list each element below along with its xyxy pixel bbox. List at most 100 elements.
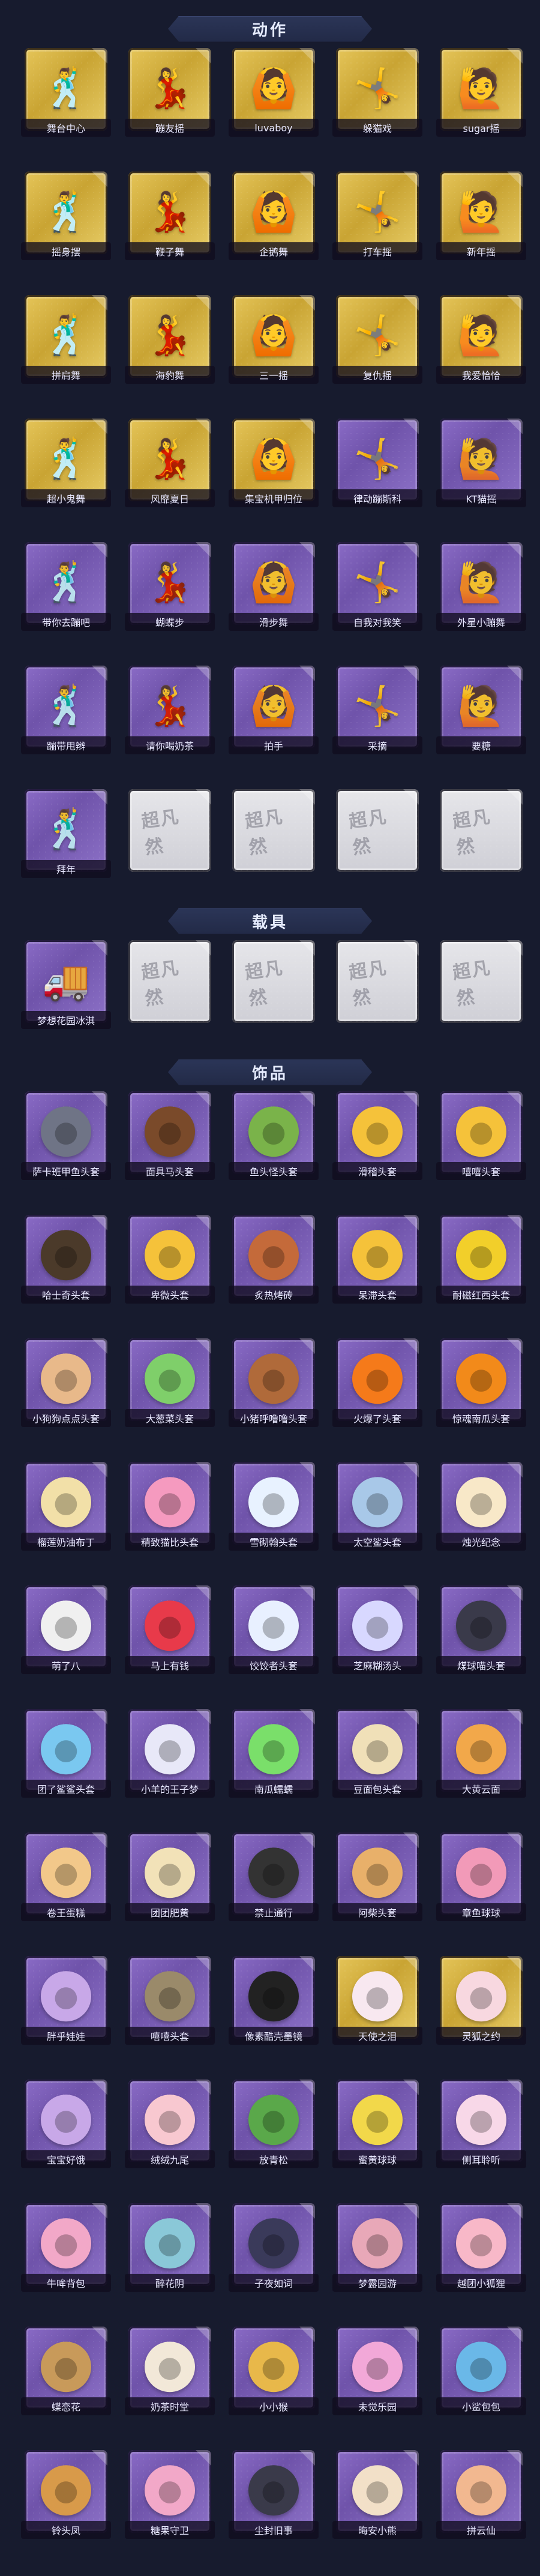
collection-item[interactable]: ● 萨卡班甲鱼头套 <box>21 1091 111 1180</box>
collection-item[interactable]: 💃 鞭子舞 <box>125 171 215 260</box>
collection-item[interactable]: 🤸 自我对我笑 <box>332 542 422 631</box>
collection-item[interactable]: ● 宝宝好饿 <box>21 2080 111 2168</box>
collection-item[interactable]: 🙆 企鹅舞 <box>229 171 319 260</box>
collection-item[interactable]: ● 糖果守卫 <box>125 2450 215 2539</box>
collection-item[interactable]: ● 饺饺者头套 <box>229 1585 319 1674</box>
collection-item[interactable]: ● 小小猴 <box>229 2327 319 2415</box>
collection-item[interactable]: ● 呆滞头套 <box>332 1215 422 1304</box>
collection-item[interactable]: 💃 蝴蝶步 <box>125 542 215 631</box>
collection-item[interactable]: ● 萌了八 <box>21 1585 111 1674</box>
collection-item[interactable]: 🚚 梦想花园冰淇 <box>21 940 111 1029</box>
collection-item[interactable]: 🙆 三一摇 <box>229 295 319 384</box>
collection-item[interactable]: ● 像素酷壳墨镜 <box>229 1956 319 2045</box>
collection-item[interactable]: ● 侧耳聆听 <box>436 2080 526 2168</box>
collection-item[interactable]: ● 灵狐之约 <box>436 1956 526 2045</box>
collection-item[interactable]: 💃 海豹舞 <box>125 295 215 384</box>
collection-item[interactable]: 超凡然 <box>336 789 419 878</box>
collection-item[interactable]: 🕺 舞台中心 <box>21 48 111 137</box>
collection-item[interactable]: 超凡然 <box>232 940 315 1029</box>
collection-item[interactable]: ● 雪砌翰头套 <box>229 1462 319 1551</box>
collection-item[interactable]: 超凡然 <box>128 940 211 1029</box>
collection-item[interactable]: 超凡然 <box>336 940 419 1029</box>
collection-item[interactable]: ● 绒绒九尾 <box>125 2080 215 2168</box>
collection-item[interactable]: 🙋 外星小蹦舞 <box>436 542 526 631</box>
collection-item[interactable]: ● 团了鲨鲨头套 <box>21 1709 111 1798</box>
collection-item[interactable]: ● 鱼头怪头套 <box>229 1091 319 1180</box>
collection-item[interactable]: ● 芝麻糊汤头 <box>332 1585 422 1674</box>
collection-item[interactable]: ● 榴莲奶油布丁 <box>21 1462 111 1551</box>
collection-item[interactable]: 🕺 蹦带甩辫 <box>21 666 111 754</box>
collection-item[interactable]: ● 南瓜蠕蠕 <box>229 1709 319 1798</box>
collection-item[interactable]: ● 越团小狐狸 <box>436 2203 526 2292</box>
collection-item[interactable]: 🤸 复仇摇 <box>332 295 422 384</box>
collection-item[interactable]: ● 烛光纪念 <box>436 1462 526 1551</box>
collection-item[interactable]: ● 精致猫比头套 <box>125 1462 215 1551</box>
collection-item[interactable]: 🙋 新年摇 <box>436 171 526 260</box>
collection-item[interactable]: ● 小狗狗点点头套 <box>21 1338 111 1427</box>
collection-item[interactable]: ● 未觉乐园 <box>332 2327 422 2415</box>
collection-item[interactable]: 💃 蹦友摇 <box>125 48 215 137</box>
collection-item[interactable]: ● 小羊的王子梦 <box>125 1709 215 1798</box>
collection-item[interactable]: ● 蜜黄球球 <box>332 2080 422 2168</box>
collection-item[interactable]: ● 天使之泪 <box>332 1956 422 2045</box>
collection-item[interactable]: 🙆 luvaboy <box>229 48 319 137</box>
collection-item[interactable]: 🕺 拼肩舞 <box>21 295 111 384</box>
collection-item[interactable]: 🕺 超小鬼舞 <box>21 419 111 507</box>
collection-item[interactable]: 超凡然 <box>440 789 523 878</box>
collection-item[interactable]: ● 嘻嘻头套 <box>125 1956 215 2045</box>
collection-item[interactable]: ● 晦安小熊 <box>332 2450 422 2539</box>
collection-item[interactable]: ● 梦露园游 <box>332 2203 422 2292</box>
collection-item[interactable]: ● 马上有钱 <box>125 1585 215 1674</box>
collection-item[interactable]: 🙆 集宝机甲归位 <box>229 419 319 507</box>
collection-item[interactable]: ● 太空鲨头套 <box>332 1462 422 1551</box>
collection-item[interactable]: 🙆 滑步舞 <box>229 542 319 631</box>
collection-item[interactable]: ● 大黄云面 <box>436 1709 526 1798</box>
collection-item[interactable]: ● 蝶恋花 <box>21 2327 111 2415</box>
collection-item[interactable]: 🕺 摇身摆 <box>21 171 111 260</box>
collection-item[interactable]: ● 奶茶时堂 <box>125 2327 215 2415</box>
collection-item[interactable]: ● 子夜如词 <box>229 2203 319 2292</box>
collection-item[interactable]: ● 面具马头套 <box>125 1091 215 1180</box>
collection-item[interactable]: 🙋 我爱恰恰 <box>436 295 526 384</box>
collection-item[interactable]: ● 醉花阴 <box>125 2203 215 2292</box>
collection-item[interactable]: 🙆 拍手 <box>229 666 319 754</box>
collection-item[interactable]: 🕺 带你去蹦吧 <box>21 542 111 631</box>
collection-item[interactable]: ● 滑稽头套 <box>332 1091 422 1180</box>
collection-item[interactable]: ● 煤球喵头套 <box>436 1585 526 1674</box>
collection-item[interactable]: ● 团团肥黄 <box>125 1832 215 1921</box>
collection-item[interactable]: ● 哈士奇头套 <box>21 1215 111 1304</box>
collection-item[interactable]: 🙋 sugar摇 <box>436 48 526 137</box>
collection-item[interactable]: ● 章鱼球球 <box>436 1832 526 1921</box>
collection-item[interactable]: 💃 风靡夏日 <box>125 419 215 507</box>
collection-item[interactable]: ● 嘻嘻头套 <box>436 1091 526 1180</box>
collection-item[interactable]: ● 尘封旧事 <box>229 2450 319 2539</box>
collection-item[interactable]: 💃 请你喝奶茶 <box>125 666 215 754</box>
collection-item[interactable]: ● 铃头凤 <box>21 2450 111 2539</box>
collection-item[interactable]: ● 大葱菜头套 <box>125 1338 215 1427</box>
collection-item[interactable]: ● 放青松 <box>229 2080 319 2168</box>
collection-item[interactable]: ● 豆面包头套 <box>332 1709 422 1798</box>
collection-item[interactable]: ● 小猪呼噜噜头套 <box>229 1338 319 1427</box>
collection-item[interactable]: 🙋 要糖 <box>436 666 526 754</box>
collection-item[interactable]: 超凡然 <box>232 789 315 878</box>
collection-item[interactable]: ● 牛哞背包 <box>21 2203 111 2292</box>
collection-item[interactable]: ● 耐磁红西头套 <box>436 1215 526 1304</box>
collection-item[interactable]: ● 卷王蛋糕 <box>21 1832 111 1921</box>
collection-item[interactable]: ● 禁止通行 <box>229 1832 319 1921</box>
collection-item[interactable]: 🤸 躲猫戏 <box>332 48 422 137</box>
collection-item[interactable]: 🤸 律动蹦斯科 <box>332 419 422 507</box>
collection-item[interactable]: ● 拼云仙 <box>436 2450 526 2539</box>
collection-item[interactable]: 🕺 拜年 <box>21 789 111 878</box>
collection-item[interactable]: 🤸 打车摇 <box>332 171 422 260</box>
collection-item[interactable]: 🙋 KT猫摇 <box>436 419 526 507</box>
collection-item[interactable]: ● 惊魂南瓜头套 <box>436 1338 526 1427</box>
collection-item[interactable]: ● 胖乎娃娃 <box>21 1956 111 2045</box>
collection-item[interactable]: 超凡然 <box>440 940 523 1029</box>
collection-item[interactable]: 🤸 采摘 <box>332 666 422 754</box>
collection-item[interactable]: ● 火爆了头套 <box>332 1338 422 1427</box>
collection-item[interactable]: ● 炙热烤砖 <box>229 1215 319 1304</box>
collection-item[interactable]: ● 小鲨包包 <box>436 2327 526 2415</box>
collection-item[interactable]: 超凡然 <box>128 789 211 878</box>
collection-item[interactable]: ● 阿柴头套 <box>332 1832 422 1921</box>
collection-item[interactable]: ● 卑微头套 <box>125 1215 215 1304</box>
